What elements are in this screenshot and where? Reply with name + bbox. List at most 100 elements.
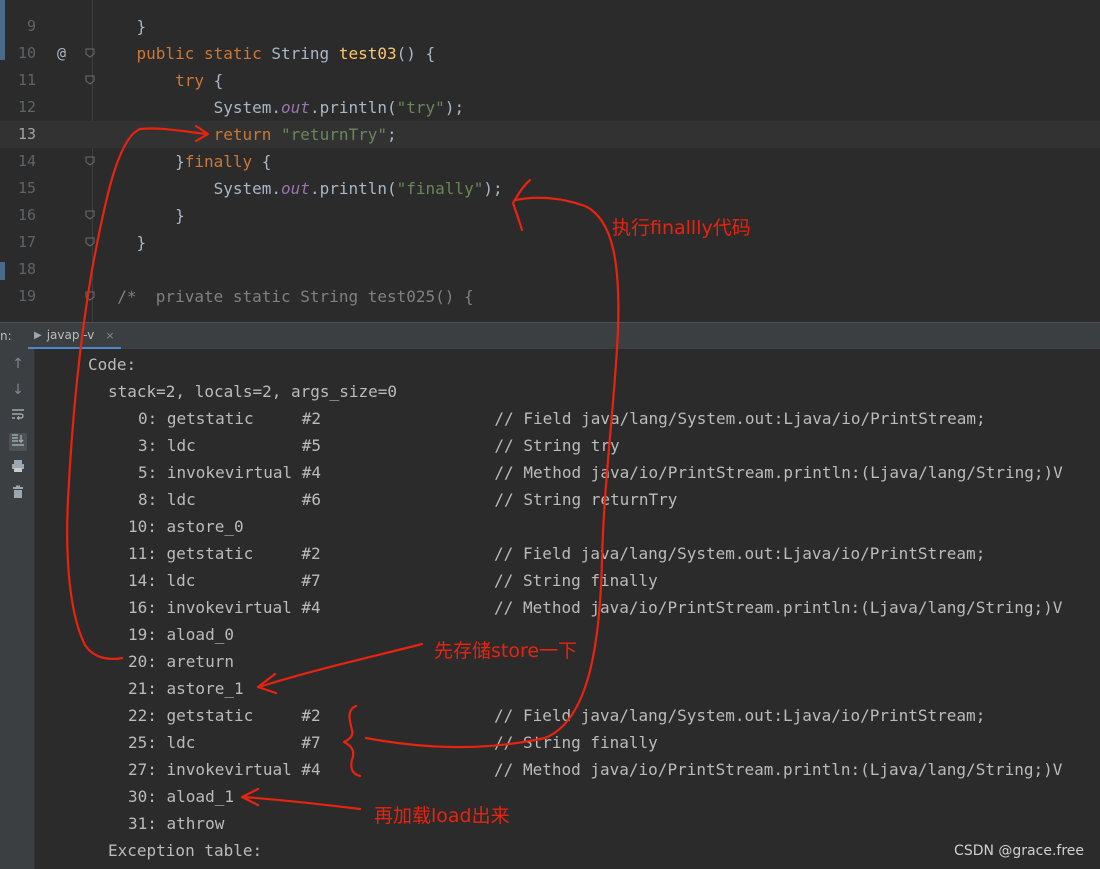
line-number: 12 xyxy=(17,98,36,116)
up-arrow-icon[interactable]: ↑ xyxy=(9,355,27,373)
code-token: out xyxy=(281,179,310,198)
code-token: finally xyxy=(184,152,262,171)
line-number: 14 xyxy=(17,152,36,170)
code-token: out xyxy=(281,98,310,117)
console-output[interactable]: Code: stack=2, locals=2, args_size=0 0: ge… xyxy=(35,349,1100,869)
code-token: } xyxy=(98,152,185,171)
code-token: /* private static String test025() { xyxy=(98,287,474,306)
editor-line[interactable]: 17 } xyxy=(0,229,1100,256)
editor-line[interactable]: 19 /* private static String test025() { xyxy=(0,283,1100,310)
fold-icon[interactable] xyxy=(85,291,95,301)
editor-line[interactable]: 11 try { xyxy=(0,67,1100,94)
code-editor[interactable]: 9 } 10 @ public static String test03() {11… xyxy=(0,0,1100,322)
editor-line[interactable]: 13 return "returnTry"; xyxy=(0,121,1100,148)
code-token: { xyxy=(261,152,272,171)
editor-line[interactable]: 16 } xyxy=(0,202,1100,229)
code-token: () { xyxy=(396,44,436,63)
editor-line[interactable]: 14 }finally { xyxy=(0,148,1100,175)
close-icon[interactable]: × xyxy=(105,329,114,342)
fold-icon[interactable] xyxy=(85,156,95,166)
run-label: n: xyxy=(0,329,12,343)
code-text: } xyxy=(98,202,185,229)
line-number: 18 xyxy=(17,260,36,278)
tab-label: javap -v xyxy=(46,328,95,342)
override-marker-icon[interactable]: @ xyxy=(57,40,66,67)
bytecode-line: Exception table: xyxy=(108,841,263,860)
editor-line[interactable]: 18 xyxy=(0,256,1100,283)
bytecode-line: 8: ldc #6 // String returnTry xyxy=(138,490,678,509)
bytecode-line: 30: aload_1 xyxy=(128,787,234,806)
console-side-toolbar: ↑ ↓ xyxy=(0,349,35,869)
code-token: } xyxy=(98,17,147,36)
code-token: } xyxy=(98,206,185,225)
play-icon: ▶ xyxy=(34,329,42,341)
trash-icon[interactable] xyxy=(9,485,27,503)
code-token: System. xyxy=(98,98,282,117)
line-number: 9 xyxy=(26,17,36,35)
tool-window-header: n: ▶ javap -v × xyxy=(0,322,1100,350)
tab-javap[interactable]: ▶ javap -v × xyxy=(28,323,121,349)
line-number: 15 xyxy=(17,179,36,197)
code-token: System. xyxy=(98,179,282,198)
code-token: public static xyxy=(136,44,272,63)
bytecode-line: 21: astore_1 xyxy=(128,679,244,698)
line-number: 13 xyxy=(17,125,36,143)
bytecode-line: 10: astore_0 xyxy=(128,517,244,536)
editor-line[interactable]: 12 System.out.println("try"); xyxy=(0,94,1100,121)
code-token: String xyxy=(271,44,339,63)
code-token: { xyxy=(213,71,224,90)
line-number: 17 xyxy=(17,233,36,251)
print-icon[interactable] xyxy=(9,459,27,477)
fold-icon[interactable] xyxy=(85,48,95,58)
code-token: return xyxy=(213,125,282,144)
code-text: } xyxy=(98,13,147,40)
annotation-note-load: 再加载load出来 xyxy=(374,805,510,827)
code-text: return "returnTry"; xyxy=(98,121,397,148)
soft-wrap-icon[interactable] xyxy=(9,407,27,425)
bytecode-line: 25: ldc #7 // String finally xyxy=(128,733,658,752)
code-token: ); xyxy=(444,98,465,117)
code-token: "finally" xyxy=(396,179,484,198)
annotation-note-store: 先存储store一下 xyxy=(434,640,578,662)
code-token: "try" xyxy=(396,98,445,117)
code-token: test03 xyxy=(338,44,397,63)
annotation-note-finally: 执行finallly代码 xyxy=(612,217,751,239)
editor-line[interactable]: 9 } xyxy=(0,13,1100,40)
down-arrow-icon[interactable]: ↓ xyxy=(9,381,27,399)
bytecode-line: 31: athrow xyxy=(128,814,225,833)
bytecode-line: 22: getstatic #2 // Field java/lang/Syst… xyxy=(128,706,986,725)
code-text: public static String test03() { xyxy=(98,40,436,67)
code-token: try xyxy=(175,71,214,90)
fold-icon[interactable] xyxy=(85,210,95,220)
fold-icon[interactable] xyxy=(85,75,95,85)
bytecode-line: 11: getstatic #2 // Field java/lang/Syst… xyxy=(128,544,986,563)
code-text: System.out.println("try"); xyxy=(98,94,464,121)
line-number: 10 xyxy=(17,44,36,62)
bytecode-line: 0: getstatic #2 // Field java/lang/Syste… xyxy=(138,409,986,428)
line-number: 16 xyxy=(17,206,36,224)
code-text: try { xyxy=(98,67,223,94)
bytecode-line: 16: invokevirtual #4 // Method java/io/P… xyxy=(128,598,1063,617)
line-number: 11 xyxy=(17,71,36,89)
code-text: /* private static String test025() { xyxy=(98,283,474,310)
editor-line[interactable]: 10 @ public static String test03() { xyxy=(0,40,1100,67)
code-token: ; xyxy=(387,125,397,144)
bytecode-line: stack=2, locals=2, args_size=0 xyxy=(108,382,397,401)
line-number: 19 xyxy=(17,287,36,305)
code-token: ); xyxy=(483,179,503,198)
bytecode-line: 5: invokevirtual #4 // Method java/io/Pr… xyxy=(138,463,1063,482)
scroll-to-end-icon[interactable] xyxy=(9,433,27,451)
fold-icon[interactable] xyxy=(85,237,95,247)
watermark: CSDN @grace.free xyxy=(954,843,1084,859)
code-token: .println( xyxy=(309,98,397,117)
code-text: }finally { xyxy=(98,148,271,175)
code-text: System.out.println("finally"); xyxy=(98,175,503,202)
bytecode-line: 19: aload_0 xyxy=(128,625,234,644)
editor-line[interactable]: 15 System.out.println("finally"); xyxy=(0,175,1100,202)
code-token: "returnTry" xyxy=(281,125,387,144)
code-token: } xyxy=(98,233,147,252)
code-text: } xyxy=(98,229,147,256)
